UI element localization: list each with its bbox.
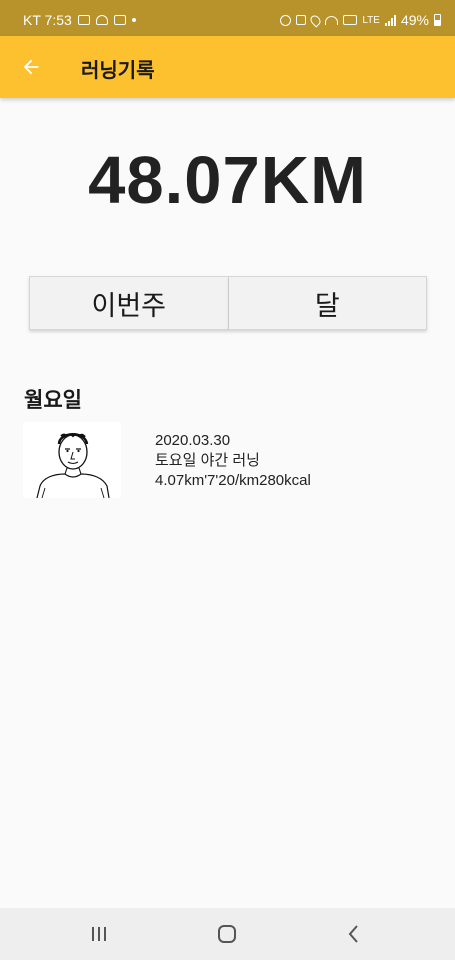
alarm-icon bbox=[280, 14, 292, 26]
home-icon bbox=[218, 925, 236, 943]
run-record-item[interactable]: 2020.03.30 토요일 야간 러닝 4.07km'7'20/km280kc… bbox=[23, 422, 433, 498]
record-date: 2020.03.30 bbox=[155, 432, 231, 449]
portrait-sketch-image bbox=[23, 422, 121, 498]
recent-apps-icon bbox=[92, 927, 106, 941]
record-thumbnail bbox=[23, 422, 121, 498]
system-nav-bar bbox=[0, 908, 455, 960]
home-button[interactable] bbox=[212, 922, 242, 946]
status-left: KT 7:53 bbox=[23, 12, 136, 28]
recent-apps-button[interactable] bbox=[84, 922, 114, 946]
period-tabs: 이번주 달 bbox=[29, 276, 427, 330]
wifi-icon bbox=[325, 15, 339, 25]
message-icon bbox=[113, 15, 126, 25]
record-stats: 4.07km'7'20/km280kcal bbox=[155, 472, 311, 489]
status-right: LTE 49% bbox=[280, 12, 441, 28]
total-distance: 48.07KM bbox=[88, 143, 367, 218]
weather-icon bbox=[95, 15, 108, 25]
page-title: 러닝기록 bbox=[81, 58, 155, 82]
network-label: LTE bbox=[362, 14, 380, 26]
signal-icon bbox=[384, 14, 396, 26]
status-bar: KT 7:53 LTE 49% bbox=[0, 0, 455, 36]
app-bar: 러닝기록 bbox=[0, 36, 455, 98]
day-section-header: 월요일 bbox=[24, 388, 82, 412]
back-icon bbox=[348, 925, 358, 943]
image-icon bbox=[77, 15, 90, 25]
hd-icon bbox=[343, 15, 358, 25]
carrier-time: KT 7:53 bbox=[23, 12, 72, 28]
mute-icon bbox=[296, 15, 307, 25]
battery-percent: 49% bbox=[400, 12, 429, 28]
tab-this-week[interactable]: 이번주 bbox=[29, 276, 229, 330]
tab-month[interactable]: 달 bbox=[228, 276, 427, 330]
record-title: 토요일 야간 러닝 bbox=[155, 452, 260, 469]
location-icon bbox=[308, 12, 323, 28]
nav-back-button[interactable] bbox=[339, 922, 369, 946]
back-button[interactable] bbox=[16, 52, 46, 82]
record-details: 2020.03.30 토요일 야간 러닝 4.07km'7'20/km280kc… bbox=[155, 431, 311, 491]
battery-icon bbox=[434, 14, 441, 26]
arrow-left-icon bbox=[23, 59, 39, 75]
dot-icon bbox=[131, 18, 136, 22]
